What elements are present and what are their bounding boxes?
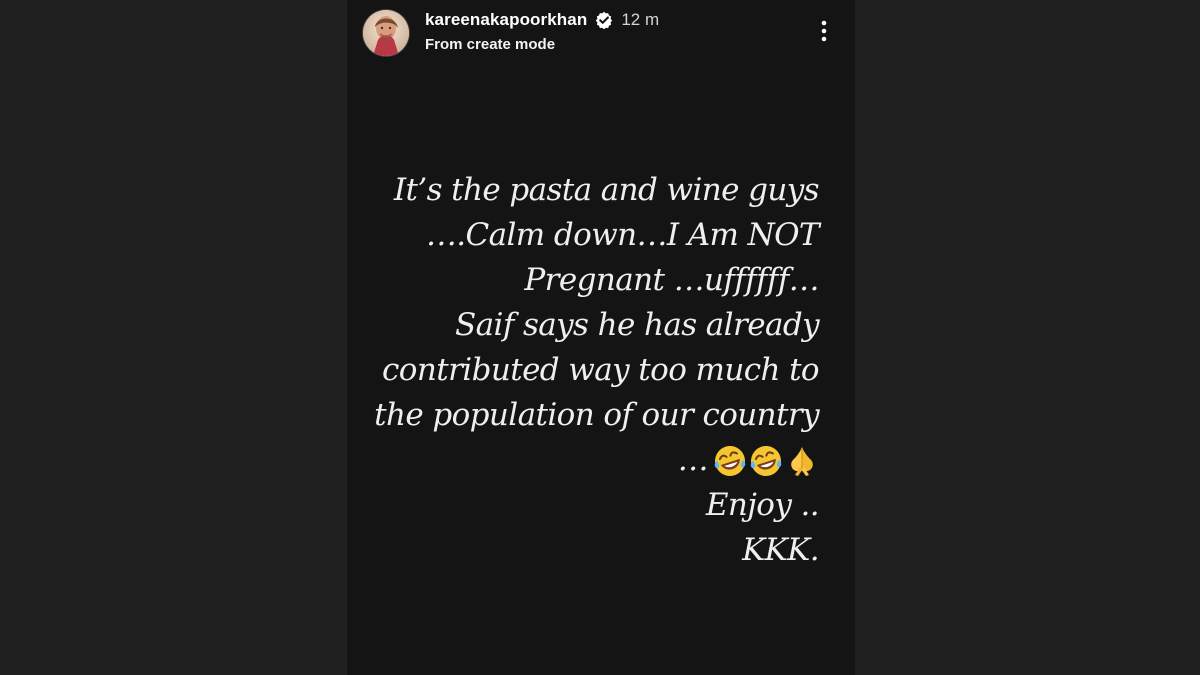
- story-time: 12 m: [621, 10, 660, 29]
- story-header: kareenakapoorkhan 12 m From create mode: [347, 0, 855, 70]
- story-emoji-line: …: [349, 438, 819, 483]
- story-card[interactable]: kareenakapoorkhan 12 m From create mode: [347, 0, 855, 675]
- username[interactable]: kareenakapoorkhan: [425, 10, 587, 30]
- story-text-line-2: ….Calm down…I Am NOT: [425, 217, 820, 253]
- story-text-line-3: Pregnant …uffffff…: [524, 262, 819, 298]
- story-viewer-page: kareenakapoorkhan 12 m From create mode: [0, 0, 1200, 675]
- story-text: It’s the pasta and wine guys ….Calm down…: [349, 168, 819, 573]
- story-text-line-5: contributed way too much to: [382, 352, 820, 388]
- story-text-line-8: Enjoy ..: [705, 487, 820, 523]
- rolling-on-floor-laughing-emoji-icon: [713, 444, 747, 478]
- profile-avatar[interactable]: [363, 10, 409, 56]
- folded-hands-emoji-icon: [785, 444, 819, 478]
- story-text-line-6: the population of our country: [374, 397, 819, 433]
- more-options-button[interactable]: [815, 17, 833, 45]
- story-user-meta: kareenakapoorkhan 12 m: [425, 8, 659, 32]
- story-subtitle: From create mode: [425, 36, 556, 53]
- verified-badge-icon: [595, 11, 613, 30]
- story-text-line-9: KKK.: [742, 532, 820, 568]
- story-text-line-4: Saif says he has already: [454, 307, 820, 343]
- story-text-ellipsis: …: [677, 442, 709, 478]
- story-text-line-1: It’s the pasta and wine guys: [393, 172, 820, 208]
- more-vertical-icon: [821, 20, 827, 42]
- rolling-on-floor-laughing-emoji-icon: [749, 444, 783, 478]
